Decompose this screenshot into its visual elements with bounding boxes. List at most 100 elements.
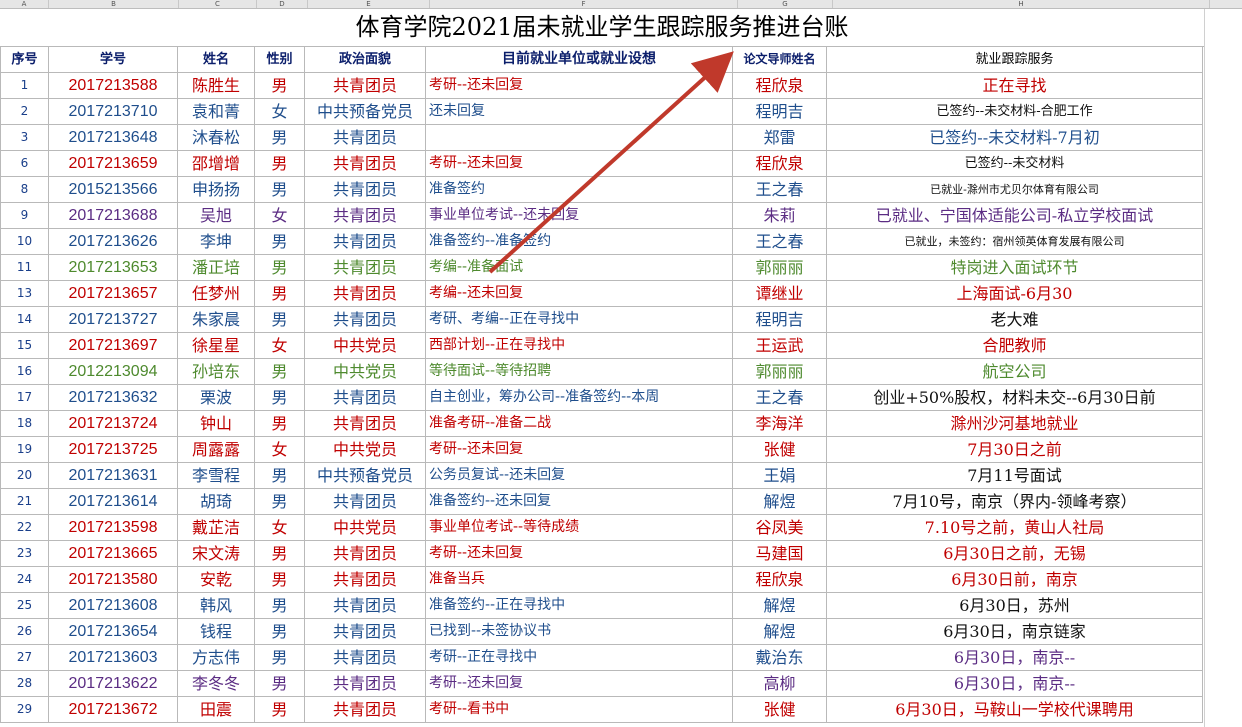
cell-plan[interactable]: 考研--正在寻找中 [425,644,733,671]
cell-student-id[interactable]: 2017213724 [48,410,178,437]
cell-political[interactable]: 中共党员 [304,514,426,541]
cell-political[interactable]: 共青团员 [304,410,426,437]
cell-no[interactable]: 21 [0,488,49,515]
cell-name[interactable]: 潘正培 [177,254,255,281]
cell-sex[interactable]: 男 [254,540,305,567]
cell-plan[interactable]: 准备考研--准备二战 [425,410,733,437]
cell-name[interactable]: 韩风 [177,592,255,619]
cell-sex[interactable]: 男 [254,176,305,203]
cell-no[interactable]: 14 [0,306,49,333]
cell-supervisor[interactable]: 张健 [732,436,827,463]
column-letter[interactable]: D [257,0,308,8]
cell-name[interactable]: 陈胜生 [177,72,255,99]
cell-plan[interactable]: 准备签约--准备签约 [425,228,733,255]
cell-no[interactable]: 22 [0,514,49,541]
cell-service[interactable]: 已签约--未交材料-合肥工作 [826,98,1203,125]
cell-political[interactable]: 中共党员 [304,436,426,463]
cell-sex[interactable]: 男 [254,618,305,645]
cell-name[interactable]: 吴旭 [177,202,255,229]
cell-name[interactable]: 任梦州 [177,280,255,307]
cell-student-id[interactable]: 2015213566 [48,176,178,203]
cell-plan[interactable]: 考研--还未回复 [425,72,733,99]
cell-student-id[interactable]: 2017213659 [48,150,178,177]
cell-political[interactable]: 中共预备党员 [304,462,426,489]
cell-service[interactable]: 正在寻找 [826,72,1203,99]
cell-no[interactable]: 20 [0,462,49,489]
cell-name[interactable]: 安乾 [177,566,255,593]
cell-service[interactable]: 6月30日，马鞍山一学校代课聘用 [826,696,1203,723]
cell-student-id[interactable]: 2017213626 [48,228,178,255]
cell-political[interactable]: 共青团员 [304,488,426,515]
cell-service[interactable]: 6月30日，南京-- [826,644,1203,671]
cell-no[interactable]: 11 [0,254,49,281]
cell-sex[interactable]: 男 [254,358,305,385]
column-letter[interactable]: B [49,0,179,8]
cell-no[interactable]: 15 [0,332,49,359]
cell-name[interactable]: 钟山 [177,410,255,437]
cell-plan[interactable]: 已找到--未签协议书 [425,618,733,645]
cell-name[interactable]: 申扬扬 [177,176,255,203]
cell-plan[interactable]: 考研--还未回复 [425,436,733,463]
cell-no[interactable]: 18 [0,410,49,437]
cell-no[interactable]: 19 [0,436,49,463]
cell-service[interactable]: 6月30日，南京-- [826,670,1203,697]
cell-supervisor[interactable]: 王娟 [732,462,827,489]
cell-name[interactable]: 方志伟 [177,644,255,671]
cell-plan[interactable] [425,124,733,151]
cell-service[interactable]: 合肥教师 [826,332,1203,359]
cell-service[interactable]: 已签约--未交材料-7月初 [826,124,1203,151]
cell-service[interactable]: 7月10号，南京（界内-领峰考察） [826,488,1203,515]
cell-sex[interactable]: 男 [254,254,305,281]
cell-supervisor[interactable]: 王之春 [732,176,827,203]
cell-plan[interactable]: 准备当兵 [425,566,733,593]
cell-name[interactable]: 田震 [177,696,255,723]
cell-student-id[interactable]: 2017213725 [48,436,178,463]
cell-no[interactable]: 6 [0,150,49,177]
cell-sex[interactable]: 女 [254,98,305,125]
cell-supervisor[interactable]: 李海洋 [732,410,827,437]
cell-service[interactable]: 7月30日之前 [826,436,1203,463]
cell-no[interactable]: 26 [0,618,49,645]
cell-service[interactable]: 已就业-滁州市尤贝尔体育有限公司 [826,176,1203,203]
cell-sex[interactable]: 男 [254,670,305,697]
header-political[interactable]: 政治面貌 [304,46,426,73]
cell-sex[interactable]: 男 [254,488,305,515]
cell-supervisor[interactable]: 解煜 [732,592,827,619]
cell-supervisor[interactable]: 朱莉 [732,202,827,229]
cell-no[interactable]: 24 [0,566,49,593]
cell-name[interactable]: 李冬冬 [177,670,255,697]
cell-political[interactable]: 共青团员 [304,592,426,619]
cell-plan[interactable]: 考研--还未回复 [425,540,733,567]
cell-student-id[interactable]: 2017213657 [48,280,178,307]
cell-student-id[interactable]: 2017213697 [48,332,178,359]
cell-no[interactable]: 16 [0,358,49,385]
header-id[interactable]: 学号 [48,46,178,73]
cell-sex[interactable]: 男 [254,150,305,177]
header-name[interactable]: 姓名 [177,46,255,73]
cell-student-id[interactable]: 2017213631 [48,462,178,489]
cell-supervisor[interactable]: 程明吉 [732,98,827,125]
cell-sex[interactable]: 男 [254,566,305,593]
cell-name[interactable]: 孙培东 [177,358,255,385]
cell-plan[interactable]: 公务员复试--还未回复 [425,462,733,489]
cell-political[interactable]: 共青团员 [304,644,426,671]
cell-political[interactable]: 共青团员 [304,670,426,697]
cell-sex[interactable]: 男 [254,644,305,671]
cell-sex[interactable]: 男 [254,280,305,307]
cell-sex[interactable]: 女 [254,514,305,541]
cell-name[interactable]: 袁和菁 [177,98,255,125]
cell-student-id[interactable]: 2017213580 [48,566,178,593]
cell-plan[interactable]: 考编--准备面试 [425,254,733,281]
cell-student-id[interactable]: 2012213094 [48,358,178,385]
cell-supervisor[interactable]: 程明吉 [732,306,827,333]
cell-sex[interactable]: 男 [254,592,305,619]
cell-supervisor[interactable]: 郭丽丽 [732,254,827,281]
cell-plan[interactable]: 事业单位考试--还未回复 [425,202,733,229]
cell-plan[interactable]: 等待面试--等待招聘 [425,358,733,385]
cell-supervisor[interactable]: 郭丽丽 [732,358,827,385]
cell-sex[interactable]: 女 [254,202,305,229]
cell-student-id[interactable]: 2017213608 [48,592,178,619]
cell-plan[interactable]: 考研--还未回复 [425,150,733,177]
cell-no[interactable]: 13 [0,280,49,307]
cell-student-id[interactable]: 2017213672 [48,696,178,723]
